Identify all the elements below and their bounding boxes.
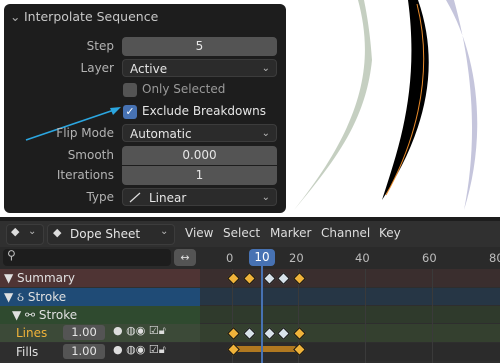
lines-opacity-field[interactable]: 1.00 [63, 325, 105, 340]
ruler-label: 80 [489, 251, 500, 265]
chevron-down-icon: ⌄ [160, 226, 169, 237]
chevron-down-icon: ⌄ [10, 9, 21, 24]
lines-layer-label[interactable]: Lines [16, 326, 47, 340]
ruler-label: 0 [226, 251, 234, 265]
menu-marker[interactable]: Marker [270, 226, 311, 240]
checkbox-icon[interactable]: ☑ [149, 324, 159, 337]
iterations-label: Iterations [56, 168, 114, 182]
type-dropdown[interactable]: Linear ⌄ [122, 188, 277, 206]
menu-channel[interactable]: Channel [321, 226, 370, 240]
playhead-line[interactable] [261, 266, 263, 363]
grid-line [432, 269, 433, 363]
eye-icon[interactable]: ◉ [136, 324, 146, 337]
fills-layer-label[interactable]: Fills [16, 345, 38, 359]
onion-skin-icon[interactable]: ◍ [126, 324, 136, 337]
summary-label: Summary [17, 271, 76, 285]
gpencil-object-icon: ઠ [17, 290, 28, 304]
gpencil-data-icon: ⚯ [25, 308, 39, 322]
mode-value: Dope Sheet [70, 227, 141, 241]
fills-opacity-field[interactable]: 1.00 [63, 344, 105, 359]
only-selected-label: Only Selected [142, 82, 226, 96]
data-stroke-label: Stroke [38, 308, 78, 322]
layer-dropdown[interactable]: Active ⌄ [122, 59, 277, 77]
object-stroke-label: Stroke [27, 290, 67, 304]
flip-mode-value: Automatic [130, 127, 192, 141]
step-field[interactable]: 5 [122, 37, 277, 56]
iterations-field[interactable]: 1 [122, 166, 277, 185]
object-stroke-channel[interactable]: ▼ ઠ Stroke [4, 290, 66, 305]
chevron-down-icon: ⌄ [261, 63, 270, 74]
lines-layer-controls: ● ◍◉ ☑🔓︎ [113, 324, 166, 338]
step-label: Step [86, 39, 114, 53]
chevron-down-icon: ⌄ [261, 192, 270, 203]
chevron-down-icon: ⌄ [261, 128, 270, 139]
editor-type-button[interactable]: ◆ ⌄ [6, 224, 44, 245]
panel-title: Interpolate Sequence [23, 9, 159, 24]
smooth-label: Smooth [67, 148, 114, 162]
linear-interpolation-icon [129, 192, 141, 203]
flip-mode-label: Flip Mode [56, 126, 114, 140]
layer-label: Layer [80, 61, 114, 75]
channel-search-input[interactable]: ⚲ [3, 248, 171, 266]
type-label: Type [86, 190, 114, 204]
ruler-label: 40 [355, 251, 370, 265]
onion-skin-icon[interactable]: ◍ [126, 343, 136, 356]
chevron-down-icon: ⌄ [28, 226, 37, 237]
keyframe-hold-bar [234, 346, 296, 352]
timeline-ruler[interactable] [200, 247, 500, 269]
menu-select[interactable]: Select [223, 226, 260, 240]
keyframe-editor-icon: ◆ [11, 225, 20, 238]
dot-icon[interactable]: ● [113, 324, 123, 337]
only-selected-checkbox[interactable] [123, 83, 137, 97]
dot-icon[interactable]: ● [113, 343, 123, 356]
ruler-label: 20 [289, 251, 304, 265]
layer-value: Active [130, 62, 168, 76]
summary-channel[interactable]: ▼ Summary [4, 271, 75, 285]
menu-view[interactable]: View [185, 226, 213, 240]
ruler-label: 60 [422, 251, 437, 265]
viewport-strokes [294, 0, 478, 210]
flip-mode-dropdown[interactable]: Automatic ⌄ [122, 124, 277, 142]
chevron-down-icon: ▼ [4, 290, 18, 304]
grid-line [365, 269, 366, 363]
smooth-field[interactable]: 0.000 [122, 146, 277, 165]
fills-layer-controls: ● ◍◉ ☑🔓︎ [113, 343, 166, 357]
data-track [200, 306, 500, 323]
lock-icon[interactable]: 🔓︎ [159, 343, 166, 356]
checkbox-icon[interactable]: ☑ [149, 343, 159, 356]
chevron-down-icon: ▼ [4, 271, 18, 285]
green-stroke [294, 0, 372, 210]
lock-icon[interactable]: 🔓︎ [159, 324, 166, 337]
purple-stroke [446, 0, 478, 210]
eye-icon[interactable]: ◉ [136, 343, 146, 356]
chevron-down-icon: ▼ [12, 308, 26, 322]
search-icon: ⚲ [7, 248, 16, 262]
exclude-breakdowns-label: Exclude Breakdowns [142, 104, 267, 118]
panel-header[interactable]: ⌄ Interpolate Sequence [10, 9, 158, 24]
type-value: Linear [149, 191, 187, 205]
dope-sheet-icon: ◆ [53, 226, 62, 239]
data-stroke-channel[interactable]: ▼ ⚯ Stroke [12, 308, 77, 322]
object-track [200, 288, 500, 305]
current-frame-indicator[interactable]: 10 [249, 249, 275, 266]
sync-visible-range-button[interactable]: ↔ [174, 249, 196, 266]
editor-divider [0, 217, 500, 221]
mode-dropdown[interactable]: ◆ Dope Sheet ⌄ [47, 224, 175, 245]
menu-key[interactable]: Key [379, 226, 401, 240]
